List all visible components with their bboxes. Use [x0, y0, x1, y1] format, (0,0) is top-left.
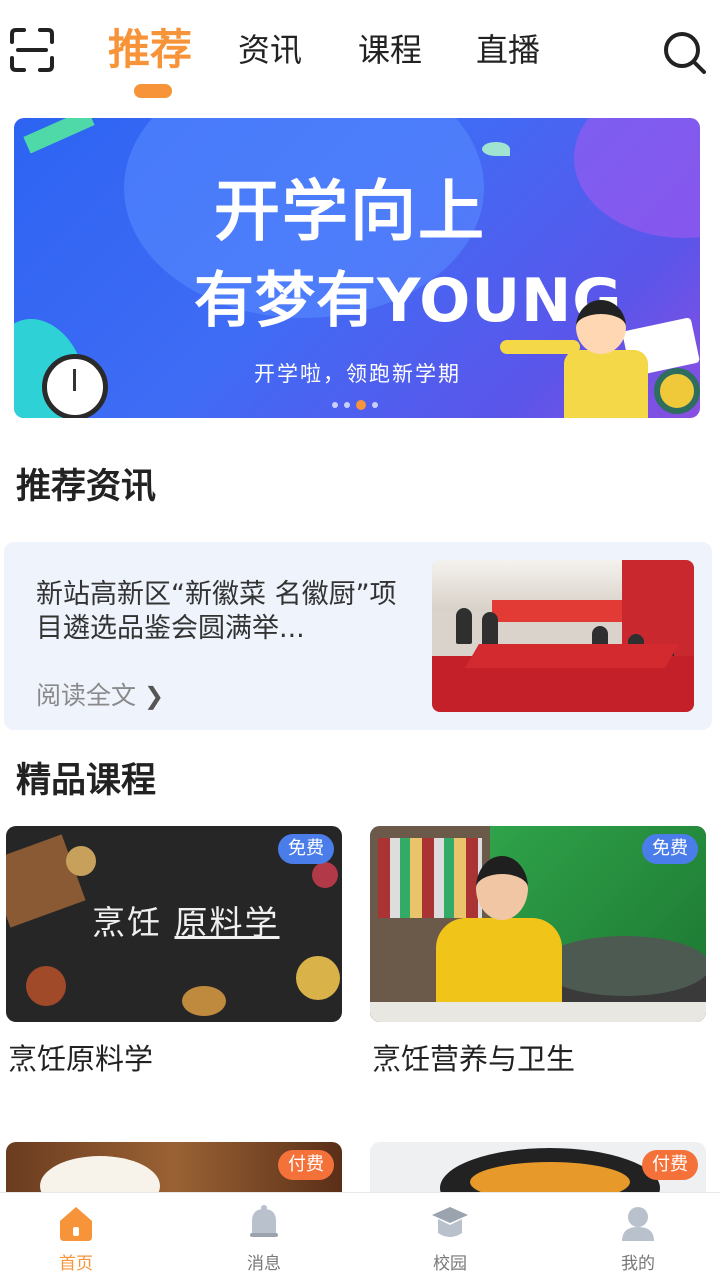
active-tab-indicator [134, 84, 172, 98]
nav-campus[interactable]: 校园 [410, 1203, 490, 1274]
profile-icon [622, 1207, 654, 1241]
carousel-indicator [332, 400, 378, 410]
nav-label: 校园 [433, 1254, 467, 1274]
tab-courses[interactable]: 课程 [358, 28, 422, 72]
read-more-label: 阅读全文 [36, 681, 137, 710]
course-cover-1[interactable]: 烹饪 原料学 免费 [6, 826, 342, 1022]
top-navigation: 推荐 资讯 课程 直播 [0, 0, 720, 110]
tab-news[interactable]: 资讯 [238, 28, 302, 72]
pencil-illustration [23, 118, 95, 154]
carousel-dot[interactable] [332, 402, 338, 408]
course-cover-4[interactable]: 付费 [370, 1142, 706, 1192]
course-cover-text: 烹饪 原料学 [92, 903, 280, 942]
nav-home[interactable]: 首页 [36, 1203, 116, 1274]
carousel-dot-active[interactable] [356, 400, 366, 410]
student-illustration [564, 350, 648, 418]
free-badge: 免费 [642, 834, 698, 864]
campus-icon [432, 1207, 468, 1237]
read-more-link[interactable]: 阅读全文 ❯ [36, 676, 164, 712]
tab-recommend[interactable]: 推荐 [108, 22, 192, 78]
section-title-courses: 精品课程 [16, 761, 157, 801]
banner-subtitle: 开学啦，领跑新学期 [254, 362, 461, 386]
paid-badge: 付费 [642, 1150, 698, 1180]
news-card[interactable]: 新站高新区“新徽菜 名徽厨”项目遴选品鉴会圆满举... 阅读全文 ❯ [4, 542, 712, 730]
course-title[interactable]: 烹饪营养与卫生 [372, 1036, 575, 1078]
nav-label: 首页 [59, 1254, 93, 1274]
section-title-news: 推荐资讯 [16, 467, 157, 507]
chevron-right-icon: ❯ [144, 682, 165, 710]
news-title[interactable]: 新站高新区“新徽菜 名徽厨”项目遴选品鉴会圆满举... [36, 578, 406, 646]
wheel-illustration [654, 368, 700, 414]
banner-title-line2: 有梦有YOUNG [194, 266, 623, 336]
news-thumbnail[interactable] [432, 560, 694, 712]
carousel-dot[interactable] [372, 402, 378, 408]
search-icon[interactable] [660, 28, 708, 76]
nav-messages[interactable]: 消息 [224, 1203, 304, 1274]
course-cover-3[interactable]: 付费 [6, 1142, 342, 1192]
paid-badge: 付费 [278, 1150, 334, 1180]
clock-illustration [42, 354, 108, 418]
course-cover-2[interactable]: 免费 [370, 826, 706, 1022]
nav-label: 消息 [247, 1254, 281, 1274]
bell-icon [250, 1205, 278, 1237]
bottom-navigation: 首页 消息 校园 我的 [0, 1192, 720, 1280]
nav-label: 我的 [621, 1254, 655, 1274]
nav-profile[interactable]: 我的 [598, 1203, 678, 1274]
promo-banner[interactable]: 开学向上 有梦有YOUNG 开学啦，领跑新学期 [14, 118, 700, 418]
carousel-dot[interactable] [344, 402, 350, 408]
scan-icon[interactable] [8, 26, 56, 74]
home-icon [60, 1207, 92, 1241]
free-badge: 免费 [278, 834, 334, 864]
banner-decoration [574, 118, 700, 238]
course-title[interactable]: 烹饪原料学 [8, 1036, 153, 1078]
bird-illustration [482, 142, 510, 156]
student-illustration [500, 340, 580, 354]
student-illustration [576, 300, 626, 354]
tab-live[interactable]: 直播 [476, 28, 540, 72]
banner-title: 开学向上 [214, 173, 486, 250]
